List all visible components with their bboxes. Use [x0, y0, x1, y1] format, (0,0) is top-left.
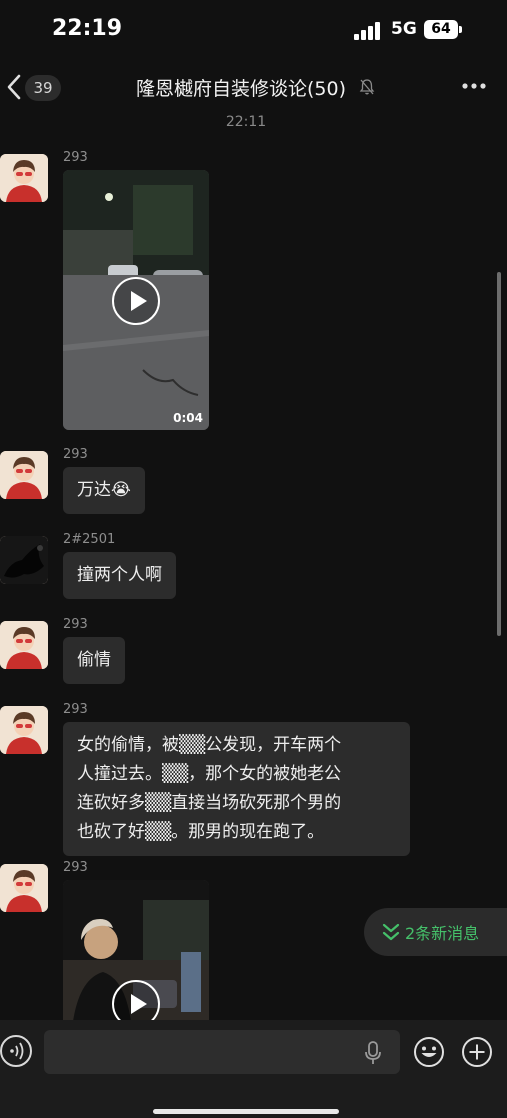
sender-name: 293 — [63, 150, 88, 165]
text-bubble[interactable]: 万达😭 — [63, 467, 145, 514]
microphone-icon[interactable] — [364, 1041, 382, 1065]
chat-title: 隆恩樾府自装修谈论(50) — [136, 78, 347, 100]
avatar[interactable] — [0, 706, 48, 754]
bubble-line: 连砍好多▒▒直接当场砍死那个男的 — [77, 793, 342, 813]
message-timestamp: 22:11 — [225, 114, 267, 130]
video-duration: 0:04 — [173, 411, 203, 425]
avatar[interactable] — [0, 621, 48, 669]
unread-count-badge[interactable]: 39 — [25, 75, 61, 101]
avatar[interactable] — [0, 536, 48, 584]
status-time: 22:19 — [52, 16, 123, 41]
avatar-image — [0, 864, 48, 912]
plus-icon[interactable] — [461, 1036, 493, 1068]
sender-name: 293 — [63, 617, 88, 632]
signal-icon — [354, 22, 380, 40]
new-messages-button[interactable]: 2条新消息 — [364, 908, 507, 956]
avatar[interactable] — [0, 451, 48, 499]
video-message[interactable] — [63, 880, 209, 1020]
emoji-icon[interactable] — [413, 1036, 445, 1068]
text-bubble[interactable]: 偷情 — [63, 637, 125, 684]
mute-bell-icon — [359, 79, 375, 95]
message-input[interactable] — [44, 1030, 400, 1074]
network-type: 5G — [391, 19, 417, 39]
voice-mode-button[interactable] — [0, 1035, 32, 1067]
input-bar — [0, 1020, 507, 1118]
battery-tip — [459, 26, 462, 33]
avatar[interactable] — [0, 154, 48, 202]
video-message[interactable]: 0:04 — [63, 170, 209, 430]
voice-wave-icon — [10, 1042, 24, 1060]
play-icon[interactable] — [112, 980, 160, 1020]
bubble-line: 女的偷情，被▒▒公发现，开车两个 — [77, 735, 342, 755]
sender-name: 293 — [63, 860, 88, 875]
sender-name: 293 — [63, 447, 88, 462]
status-bar: 22:19 5G 64 — [0, 0, 507, 62]
sender-name: 2#2501 — [63, 532, 116, 547]
bubble-line: 人撞过去。▒▒，那个女的被她老公 — [77, 764, 342, 784]
avatar-image — [0, 154, 48, 202]
avatar[interactable] — [0, 864, 48, 912]
avatar-image — [0, 706, 48, 754]
message-list[interactable]: 22:11 293 0:04 293 万达😭 2#2501 撞两个人啊 293 … — [0, 114, 507, 1020]
new-messages-label: 2条新消息 — [405, 924, 480, 943]
text-bubble[interactable]: 女的偷情，被▒▒公发现，开车两个 人撞过去。▒▒，那个女的被她老公 连砍好多▒▒… — [63, 722, 410, 856]
bubble-line: 也砍了好▒▒。那男的现在跑了。 — [77, 822, 325, 842]
double-chevron-down-icon — [382, 923, 400, 941]
avatar-image — [0, 536, 48, 584]
play-icon[interactable] — [112, 277, 160, 325]
back-chevron-icon[interactable] — [6, 74, 22, 100]
nav-bar: 39 隆恩樾府自装修谈论(50) — [0, 62, 507, 114]
home-indicator — [153, 1109, 339, 1114]
more-options-icon[interactable] — [460, 76, 488, 96]
battery-icon: 64 — [424, 20, 458, 39]
avatar-image — [0, 621, 48, 669]
avatar-image — [0, 451, 48, 499]
sender-name: 293 — [63, 702, 88, 717]
scrollbar-thumb[interactable] — [497, 272, 501, 636]
text-bubble[interactable]: 撞两个人啊 — [63, 552, 176, 599]
